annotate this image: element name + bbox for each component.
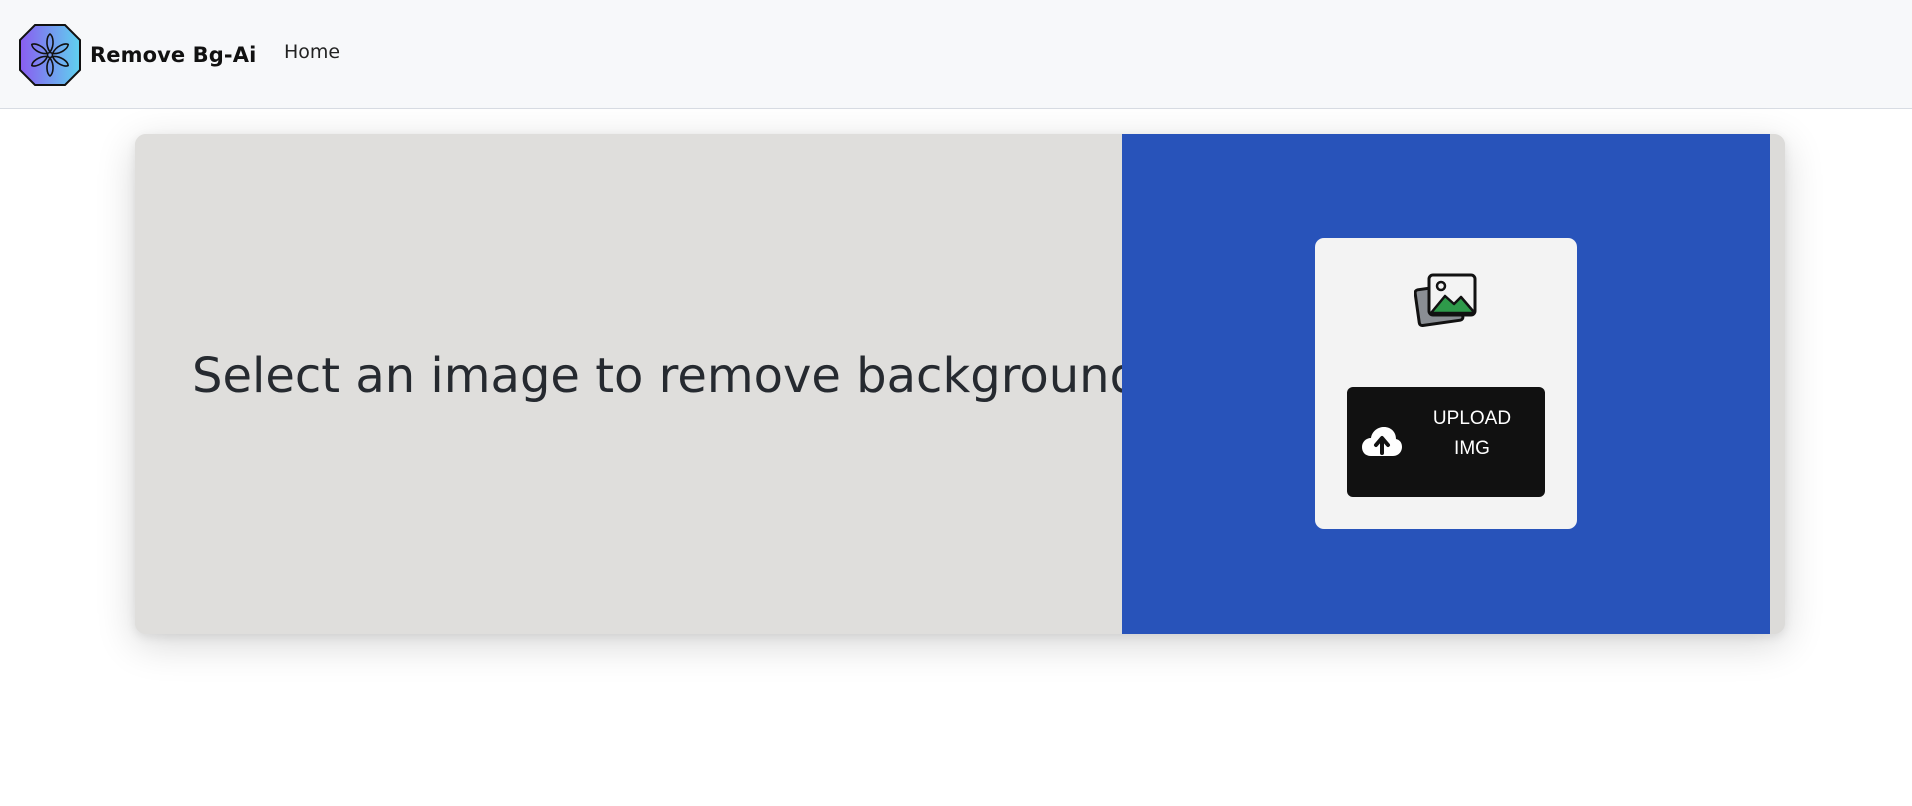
image-gallery-icon xyxy=(1414,273,1477,327)
brand-link[interactable]: Remove Bg-Ai xyxy=(19,24,256,86)
flower-logo-icon xyxy=(19,24,81,86)
nav-link-home[interactable]: Home xyxy=(284,41,340,63)
intro-pane: Select an image to remove background xyxy=(135,134,1140,634)
upload-box: UPLOAD IMG xyxy=(1315,238,1577,529)
upload-pane: UPLOAD IMG xyxy=(1122,134,1770,634)
main-card: Select an image to remove background UPL… xyxy=(135,134,1785,634)
navbar: Remove Bg-Ai Home xyxy=(0,0,1912,109)
card-edge-strip xyxy=(1770,134,1785,634)
brand-name: Remove Bg-Ai xyxy=(90,43,257,67)
page-title: Select an image to remove background xyxy=(192,348,1141,404)
cloud-upload-icon xyxy=(1362,427,1402,456)
upload-button-label: UPLOAD IMG xyxy=(1432,408,1512,459)
upload-image-button[interactable]: UPLOAD IMG xyxy=(1347,387,1545,497)
